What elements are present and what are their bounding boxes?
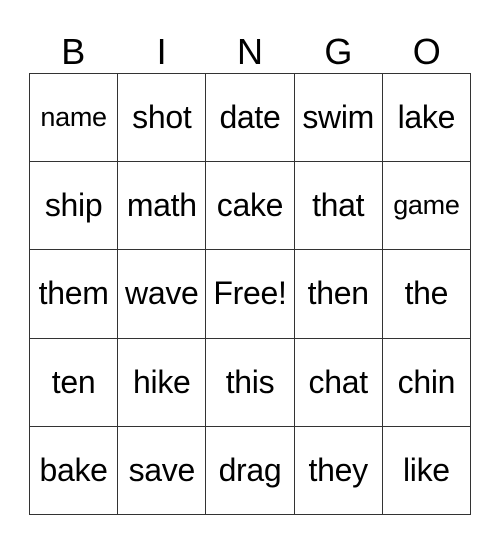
bingo-cell[interactable]: then — [294, 250, 383, 339]
bingo-cell[interactable]: lake — [382, 74, 471, 163]
bingo-cell[interactable]: swim — [294, 74, 383, 163]
bingo-cell[interactable]: this — [206, 338, 295, 427]
header-letter-n: N — [236, 30, 263, 72]
bingo-cell[interactable]: bake — [30, 426, 119, 515]
header-letter-g: G — [324, 30, 353, 72]
bingo-cell[interactable]: shot — [118, 74, 207, 163]
bingo-cell[interactable]: ten — [30, 338, 119, 427]
header-letter-o: O — [412, 30, 441, 72]
bingo-cell[interactable]: hike — [118, 338, 207, 427]
bingo-cell[interactable]: chat — [294, 338, 383, 427]
bingo-cell[interactable]: name — [30, 74, 119, 163]
bingo-cell[interactable]: that — [294, 162, 383, 251]
bingo-cell[interactable]: like — [382, 426, 471, 515]
bingo-cell[interactable]: chin — [382, 338, 471, 427]
bingo-cell[interactable]: math — [118, 162, 207, 251]
header-letter-i: I — [156, 30, 167, 72]
free-space-cell[interactable]: Free! — [206, 250, 295, 339]
bingo-cell[interactable]: them — [30, 250, 119, 339]
bingo-cell[interactable]: date — [206, 74, 295, 163]
bingo-cell[interactable]: the — [382, 250, 471, 339]
bingo-cell[interactable]: drag — [206, 426, 295, 515]
bingo-cell[interactable]: cake — [206, 162, 295, 251]
bingo-header: B I N G O — [29, 30, 471, 73]
bingo-cell[interactable]: save — [118, 426, 207, 515]
bingo-cell[interactable]: they — [294, 426, 383, 515]
bingo-grid: name shot date swim lake ship math cake … — [29, 73, 471, 515]
bingo-cell[interactable]: game — [382, 162, 471, 251]
bingo-cell[interactable]: wave — [118, 250, 207, 339]
bingo-cell[interactable]: ship — [30, 162, 119, 251]
header-letter-b: B — [61, 30, 86, 72]
